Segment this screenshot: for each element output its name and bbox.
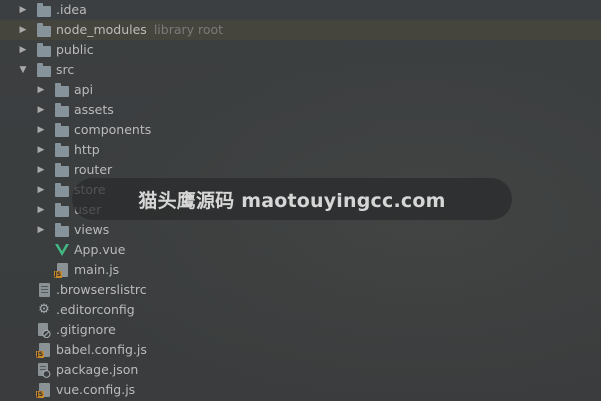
tree-item-label: components — [74, 122, 152, 137]
folder-icon — [36, 2, 52, 18]
js-file-icon — [53, 262, 70, 278]
tree-item-label: babel.config.js — [56, 342, 147, 357]
tree-item-label: vue.config.js — [56, 382, 136, 397]
tree-item-label: package.json — [56, 362, 139, 377]
tree-item-label: router — [74, 162, 113, 177]
folder-icon — [36, 62, 52, 78]
tree-item-idea[interactable]: ▶ .idea — [0, 0, 601, 20]
js-file-icon — [35, 382, 52, 398]
tree-item-label: assets — [74, 102, 114, 117]
tree-item-label: http — [74, 142, 100, 157]
folder-icon — [36, 42, 52, 58]
tree-item-app-vue[interactable]: App.vue — [0, 240, 601, 260]
gear-icon: ⚙ — [38, 302, 50, 317]
expand-arrow-icon[interactable]: ▶ — [18, 20, 28, 40]
tree-item-label: src — [56, 62, 75, 77]
json-file-icon — [36, 362, 52, 378]
tree-item-package-json[interactable]: package.json — [0, 360, 601, 380]
tree-item-src[interactable]: ▼ src — [0, 60, 601, 80]
tree-item-editorconfig[interactable]: ⚙ .editorconfig — [0, 300, 601, 320]
expand-arrow-icon[interactable]: ▶ — [36, 220, 46, 240]
tree-item-assets[interactable]: ▶ assets — [0, 100, 601, 120]
folder-icon — [54, 162, 70, 178]
tree-item-label: App.vue — [74, 242, 126, 257]
collapse-arrow-icon[interactable]: ▼ — [18, 60, 28, 80]
expand-arrow-icon[interactable]: ▶ — [36, 100, 46, 120]
tree-item-user[interactable]: ▶ user — [0, 200, 601, 220]
vue-file-icon — [54, 242, 70, 258]
tree-item-babel-config[interactable]: babel.config.js — [0, 340, 601, 360]
folder-icon — [54, 82, 70, 98]
expand-arrow-icon[interactable]: ▶ — [36, 120, 46, 140]
folder-icon — [54, 202, 70, 218]
tree-item-label: api — [74, 82, 94, 97]
tree-item-label: .editorconfig — [56, 302, 135, 317]
folder-icon — [54, 122, 70, 138]
tree-item-api[interactable]: ▶ api — [0, 80, 601, 100]
tree-item-public[interactable]: ▶ public — [0, 40, 601, 60]
folder-icon — [54, 102, 70, 118]
tree-item-label: views — [74, 222, 110, 237]
tree-item-label: user — [74, 202, 102, 217]
tree-item-browserslistrc[interactable]: .browserslistrc — [0, 280, 601, 300]
tree-item-components[interactable]: ▶ components — [0, 120, 601, 140]
tree-item-label: node_modules — [56, 22, 147, 37]
project-tree: ▶ .idea ▶ node_modules library root ▶ pu… — [0, 0, 601, 400]
tree-item-label: public — [56, 42, 94, 57]
folder-icon — [54, 182, 70, 198]
expand-arrow-icon[interactable]: ▶ — [36, 140, 46, 160]
tree-item-vue-config[interactable]: vue.config.js — [0, 380, 601, 400]
tree-item-label: .idea — [56, 2, 87, 17]
ignore-file-icon — [36, 322, 52, 338]
expand-arrow-icon[interactable]: ▶ — [36, 160, 46, 180]
tree-item-views[interactable]: ▶ views — [0, 220, 601, 240]
folder-icon — [54, 222, 70, 238]
folder-icon — [54, 142, 70, 158]
library-root-hint: library root — [153, 22, 224, 37]
expand-arrow-icon[interactable]: ▶ — [36, 200, 46, 220]
tree-item-http[interactable]: ▶ http — [0, 140, 601, 160]
expand-arrow-icon[interactable]: ▶ — [36, 80, 46, 100]
tree-item-node-modules[interactable]: ▶ node_modules library root — [0, 20, 601, 40]
tree-item-router[interactable]: ▶ router — [0, 160, 601, 180]
tree-item-main-js[interactable]: main.js — [0, 260, 601, 280]
expand-arrow-icon[interactable]: ▶ — [18, 0, 28, 20]
tree-item-label: .browserslistrc — [56, 282, 147, 297]
js-file-icon — [35, 342, 52, 358]
tree-item-label: store — [74, 182, 106, 197]
expand-arrow-icon[interactable]: ▶ — [36, 180, 46, 200]
expand-arrow-icon[interactable]: ▶ — [18, 40, 28, 60]
tree-item-gitignore[interactable]: .gitignore — [0, 320, 601, 340]
text-file-icon — [36, 282, 52, 298]
tree-item-label: main.js — [74, 262, 120, 277]
tree-item-store[interactable]: ▶ store — [0, 180, 601, 200]
tree-item-label: .gitignore — [56, 322, 116, 337]
folder-icon — [36, 22, 52, 38]
